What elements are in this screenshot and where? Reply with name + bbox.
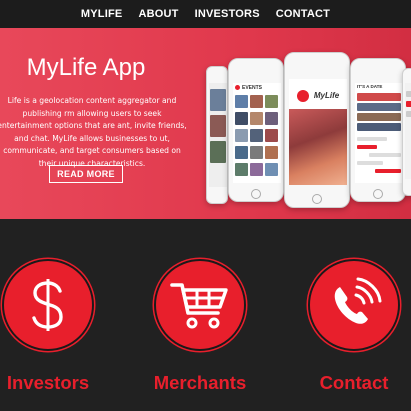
phone-left-partial [206, 66, 228, 204]
investors-circle-button[interactable] [2, 259, 94, 351]
phone-icon [334, 277, 382, 324]
nav-item-investors[interactable]: INVESTORS [195, 8, 260, 20]
phone-right-partial [402, 68, 411, 196]
couple-photo [289, 109, 347, 185]
contact-circle-button[interactable] [308, 259, 400, 351]
events-screen-title: EVENTS [242, 84, 263, 91]
read-more-button[interactable]: READ MORE [49, 165, 123, 183]
shopping-cart-icon [170, 283, 228, 329]
top-nav: MYLIFE ABOUT INVESTORS CONTACT [0, 0, 411, 28]
nav-item-contact[interactable]: CONTACT [276, 8, 330, 20]
mylife-logo-text: MyLife [313, 91, 340, 100]
app-phones-illustration: EVENTS MyLife IT'S A DATE [200, 28, 411, 219]
phone-date: IT'S A DATE [350, 58, 406, 202]
hero-banner: MyLife App Life is a geolocation content… [0, 28, 411, 219]
dollar-icon [32, 279, 63, 331]
investors-label[interactable]: Investors [0, 372, 98, 394]
hero-description: Life is a geolocation content aggregator… [0, 96, 187, 168]
merchants-circle-button[interactable] [154, 259, 246, 351]
mylife-logo-icon [296, 89, 309, 102]
events-badge-icon [235, 85, 240, 90]
features-section: Investors Merchants Contact [0, 219, 411, 411]
date-screen-title: IT'S A DATE [357, 84, 383, 89]
phone-center-logo: MyLife [284, 52, 350, 208]
nav-item-about[interactable]: ABOUT [138, 8, 178, 20]
contact-label[interactable]: Contact [304, 372, 404, 394]
hero-title: MyLife App [26, 54, 146, 81]
merchants-label[interactable]: Merchants [140, 372, 260, 394]
nav-item-mylife[interactable]: MYLIFE [81, 8, 123, 20]
phone-events: EVENTS [228, 58, 284, 202]
